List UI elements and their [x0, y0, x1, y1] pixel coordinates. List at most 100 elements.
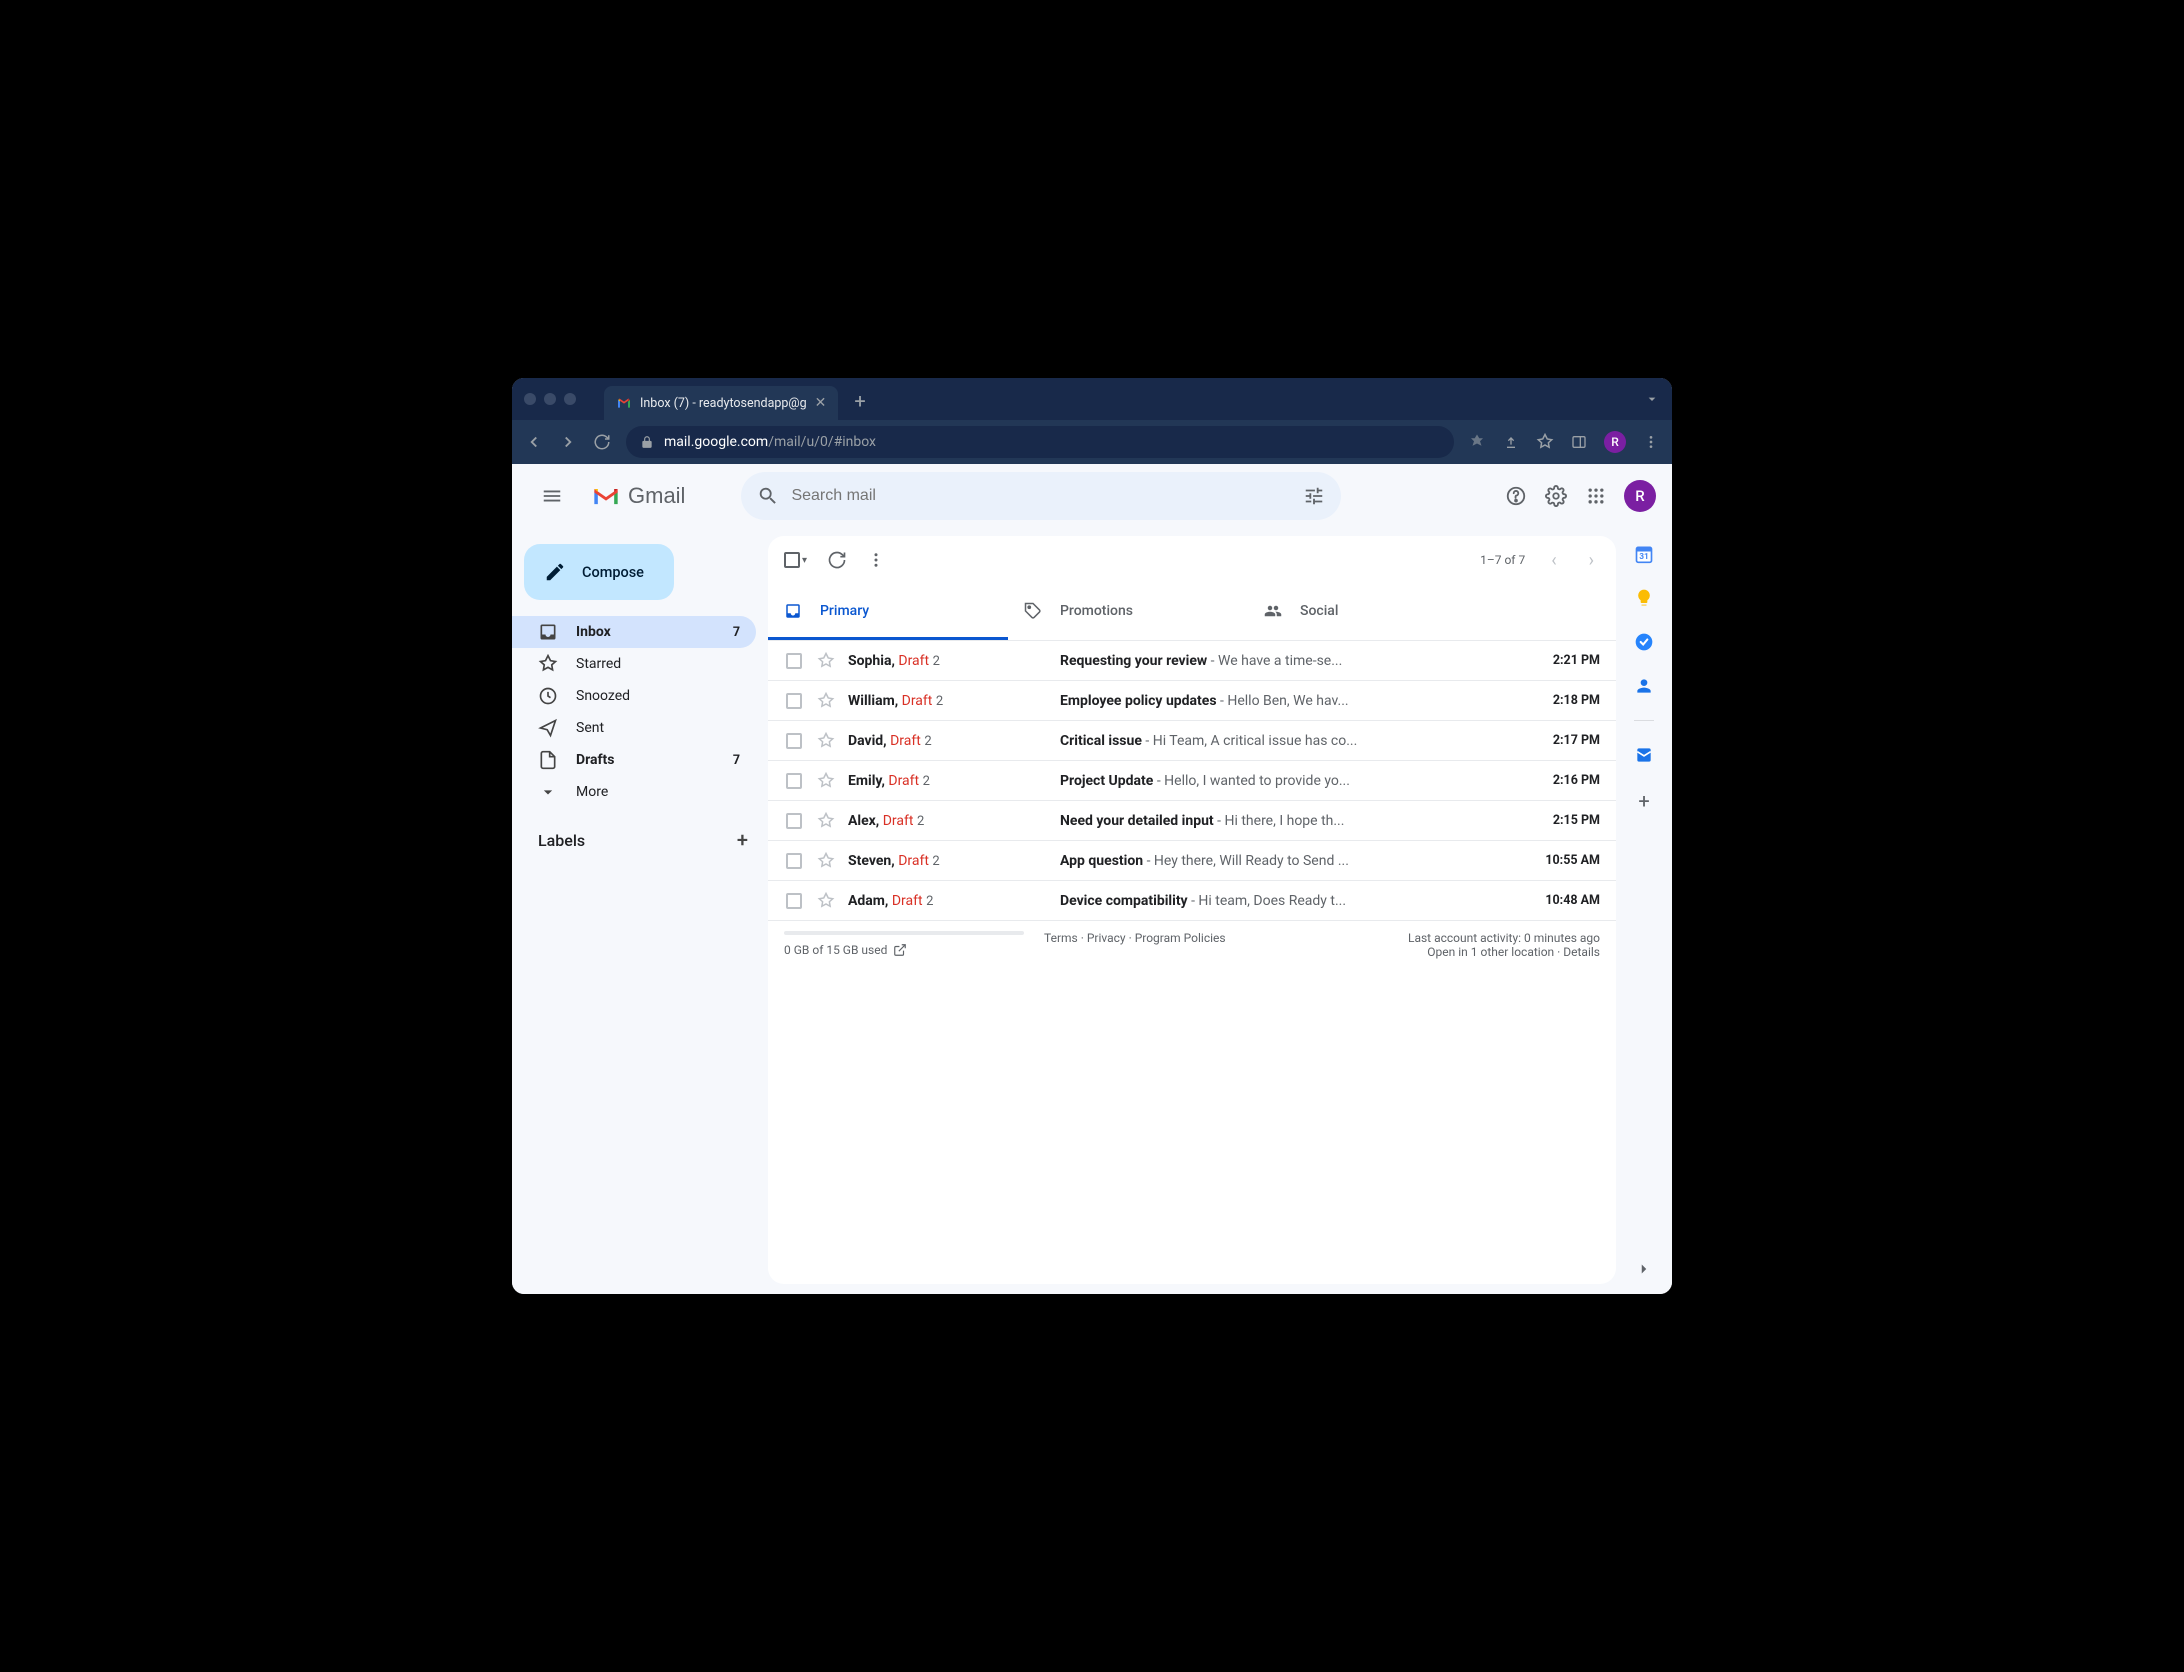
side-divider — [1634, 720, 1654, 721]
share-icon[interactable] — [1502, 433, 1520, 451]
row-star-button[interactable] — [816, 772, 836, 790]
row-checkbox[interactable] — [784, 773, 804, 789]
row-sender: Emily, Draft 2 — [848, 773, 1048, 789]
footer-right: Last account activity: 0 minutes ago Ope… — [1408, 931, 1600, 959]
row-star-button[interactable] — [816, 852, 836, 870]
email-row[interactable]: Sophia, Draft 2 Requesting your review -… — [768, 641, 1616, 681]
maximize-window-button[interactable] — [564, 393, 576, 405]
bookmark-icon[interactable] — [1536, 433, 1554, 451]
new-tab-button[interactable]: + — [854, 389, 865, 413]
next-page-button[interactable]: › — [1583, 550, 1600, 571]
window-controls — [524, 393, 576, 405]
sidepanel-icon[interactable] — [1570, 433, 1588, 451]
caret-down-icon: ▾ — [802, 555, 807, 566]
back-button[interactable] — [524, 432, 544, 452]
search-options-icon[interactable] — [1303, 485, 1325, 507]
tab-primary[interactable]: Primary — [768, 584, 1008, 640]
lock-icon — [640, 435, 654, 449]
apps-icon[interactable] — [1584, 484, 1608, 508]
settings-icon[interactable] — [1544, 484, 1568, 508]
gmail-logo[interactable]: Gmail — [592, 483, 685, 509]
open-storage-icon[interactable] — [893, 943, 907, 957]
sidebar-item-more[interactable]: More — [512, 776, 756, 808]
addon-app-icon[interactable] — [1634, 745, 1654, 765]
select-all-checkbox[interactable]: ▾ — [784, 552, 807, 568]
minimize-window-button[interactable] — [544, 393, 556, 405]
email-row[interactable]: Adam, Draft 2 Device compatibility - Hi … — [768, 881, 1616, 921]
prev-page-button[interactable]: ‹ — [1545, 550, 1562, 571]
refresh-button[interactable] — [827, 550, 847, 570]
email-row[interactable]: Steven, Draft 2 App question - Hey there… — [768, 841, 1616, 881]
calendar-app-icon[interactable]: 31 — [1634, 544, 1654, 564]
gmail-favicon — [616, 395, 632, 411]
url-text: mail.google.com/mail/u/0/#inbox — [664, 434, 876, 450]
row-checkbox[interactable] — [784, 853, 804, 869]
gmail-header: Gmail R — [512, 464, 1672, 528]
tabs-overflow-button[interactable] — [1644, 391, 1660, 407]
draft-icon — [538, 750, 558, 770]
email-row[interactable]: Alex, Draft 2 Need your detailed input -… — [768, 801, 1616, 841]
row-sender: William, Draft 2 — [848, 693, 1048, 709]
row-checkbox[interactable] — [784, 693, 804, 709]
policies-link[interactable]: Program Policies — [1135, 931, 1226, 945]
keep-app-icon[interactable] — [1634, 588, 1654, 608]
sidebar-item-sent[interactable]: Sent — [512, 712, 756, 744]
details-link[interactable]: Details — [1563, 945, 1600, 959]
row-star-button[interactable] — [816, 692, 836, 710]
tab-close-button[interactable]: ✕ — [815, 395, 827, 411]
collapse-panel-button[interactable] — [1635, 1260, 1653, 1278]
send-icon — [538, 718, 558, 738]
tasks-app-icon[interactable] — [1634, 632, 1654, 652]
row-star-button[interactable] — [816, 652, 836, 670]
row-subject-snippet: Requesting your review - We have a time-… — [1060, 653, 1518, 669]
account-button[interactable]: R — [1624, 480, 1656, 512]
row-time: 10:55 AM — [1530, 853, 1600, 868]
sidebar-item-snoozed[interactable]: Snoozed — [512, 680, 756, 712]
compose-button[interactable]: Compose — [524, 544, 674, 600]
browser-profile-button[interactable]: R — [1604, 431, 1626, 453]
row-sender: Sophia, Draft 2 — [848, 653, 1048, 669]
extensions-icon[interactable] — [1468, 433, 1486, 451]
sidebar-item-inbox[interactable]: Inbox 7 — [512, 616, 756, 648]
search-icon[interactable] — [757, 485, 779, 507]
browser-menu-button[interactable] — [1642, 433, 1660, 451]
search-input[interactable] — [791, 487, 1291, 505]
main-area: ▾ 1–7 of 7 ‹ › Primary — [768, 464, 1616, 1294]
browser-window: Inbox (7) - readytosendapp@g ✕ + mail.go… — [512, 378, 1672, 1294]
storage-text: 0 GB of 15 GB used — [784, 943, 887, 957]
sidebar-item-starred[interactable]: Starred — [512, 648, 756, 680]
email-row[interactable]: Emily, Draft 2 Project Update - Hello, I… — [768, 761, 1616, 801]
add-label-button[interactable]: + — [737, 828, 748, 852]
forward-button[interactable] — [558, 432, 578, 452]
browser-toolbar-icons: R — [1468, 431, 1660, 453]
row-checkbox[interactable] — [784, 893, 804, 909]
email-row[interactable]: William, Draft 2 Employee policy updates… — [768, 681, 1616, 721]
more-actions-button[interactable] — [867, 551, 885, 569]
row-star-button[interactable] — [816, 732, 836, 750]
terms-link[interactable]: Terms — [1044, 931, 1078, 945]
tab-promotions[interactable]: Promotions — [1008, 584, 1248, 640]
email-list: Sophia, Draft 2 Requesting your review -… — [768, 641, 1616, 921]
address-bar[interactable]: mail.google.com/mail/u/0/#inbox — [626, 426, 1454, 458]
browser-tab[interactable]: Inbox (7) - readytosendapp@g ✕ — [604, 386, 838, 420]
row-star-button[interactable] — [816, 892, 836, 910]
main-menu-button[interactable] — [528, 485, 576, 507]
tag-icon — [1024, 602, 1042, 620]
reload-button[interactable] — [592, 432, 612, 452]
email-row[interactable]: David, Draft 2 Critical issue - Hi Team,… — [768, 721, 1616, 761]
open-in-link[interactable]: Open in 1 other location — [1427, 945, 1554, 959]
support-icon[interactable] — [1504, 484, 1528, 508]
row-star-button[interactable] — [816, 812, 836, 830]
row-checkbox[interactable] — [784, 813, 804, 829]
close-window-button[interactable] — [524, 393, 536, 405]
get-addons-button[interactable]: + — [1638, 789, 1649, 813]
row-subject-snippet: Device compatibility - Hi team, Does Rea… — [1060, 893, 1518, 909]
row-checkbox[interactable] — [784, 733, 804, 749]
row-checkbox[interactable] — [784, 653, 804, 669]
header-right: R — [1504, 480, 1656, 512]
privacy-link[interactable]: Privacy — [1087, 931, 1126, 945]
sidebar-item-drafts[interactable]: Drafts 7 — [512, 744, 756, 776]
sidebar-label: Snoozed — [576, 688, 740, 704]
tab-social[interactable]: Social — [1248, 584, 1488, 640]
contacts-app-icon[interactable] — [1634, 676, 1654, 696]
